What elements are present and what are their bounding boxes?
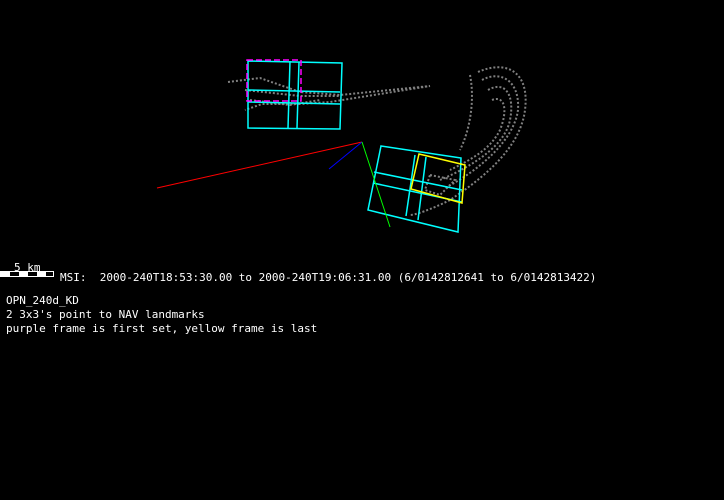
asteroid-shape: [227, 66, 527, 216]
axis-y-green: [361, 141, 391, 228]
frames-last-set: [367, 145, 463, 233]
scale-bar: [0, 271, 54, 277]
visualization-canvas: 5 km MSI: 2000-240T18:53:30.00 to 2000-2…: [0, 0, 724, 500]
time-range-info: MSI: 2000-240T18:53:30.00 to 2000-240T19…: [60, 271, 597, 284]
note-line-1: 2 3x3's point to NAV landmarks: [6, 308, 205, 321]
note-line-2: purple frame is first set, yellow frame …: [6, 322, 318, 335]
axis-x-red: [156, 141, 363, 189]
last-frame-yellow: [410, 153, 466, 204]
scene: [156, 59, 527, 233]
dataset-name: OPN_240d_KD: [6, 294, 79, 307]
frames-first-set: [247, 60, 343, 130]
